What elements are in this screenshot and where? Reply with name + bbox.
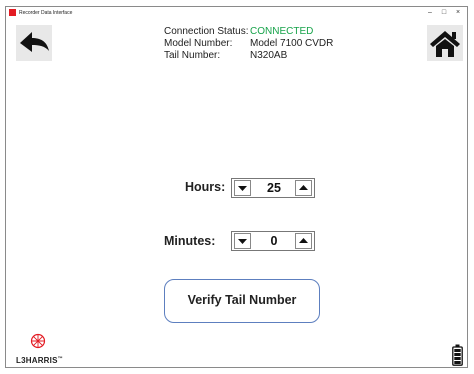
app-icon (9, 9, 16, 16)
model-number-label: Model Number: (164, 38, 233, 49)
brand-logo-text: L3HARRIS™ (16, 356, 63, 365)
minutes-label: Minutes: (164, 234, 216, 248)
connection-status-value: CONNECTED (250, 26, 314, 37)
hours-stepper[interactable]: 25 (231, 178, 315, 198)
back-arrow-icon (20, 32, 49, 52)
maximize-button[interactable]: □ (437, 7, 451, 19)
minutes-value[interactable]: 0 (254, 233, 294, 249)
minutes-decrement-button[interactable] (234, 233, 251, 249)
close-button[interactable]: × (451, 7, 465, 19)
home-button[interactable] (427, 25, 463, 61)
home-icon (430, 31, 460, 57)
minutes-increment-button[interactable] (295, 233, 312, 249)
connection-status-label: Connection Status: (164, 26, 249, 37)
connection-status-row: Connection Status: CONNECTED (164, 26, 333, 38)
logo-trademark: ™ (57, 356, 63, 362)
logo-name: L3HARRIS (16, 356, 58, 365)
minutes-stepper[interactable]: 0 (231, 231, 315, 251)
back-button[interactable] (16, 25, 52, 61)
triangle-down-icon (238, 186, 247, 191)
tail-number-row: Tail Number: N320AB (164, 50, 333, 62)
hours-label: Hours: (185, 180, 226, 194)
tail-number-label: Tail Number: (164, 50, 221, 61)
minimize-button[interactable]: – (423, 7, 437, 19)
window-title: Recorder Data Interface (19, 10, 73, 16)
l3harris-logo-icon (30, 333, 46, 349)
hours-increment-button[interactable] (295, 180, 312, 196)
hours-value[interactable]: 25 (254, 180, 294, 196)
recorder-info: Connection Status: CONNECTED Model Number… (164, 26, 333, 62)
model-number-row: Model Number: Model 7100 CVDR (164, 38, 333, 50)
triangle-up-icon (299, 238, 308, 243)
battery-icon (452, 344, 463, 366)
title-bar: Recorder Data Interface – □ × (6, 7, 467, 19)
hours-decrement-button[interactable] (234, 180, 251, 196)
triangle-up-icon (299, 185, 308, 190)
model-number-value: Model 7100 CVDR (250, 38, 334, 49)
verify-tail-number-button[interactable]: Verify Tail Number (164, 279, 320, 323)
tail-number-value: N320AB (250, 50, 288, 61)
triangle-down-icon (238, 239, 247, 244)
